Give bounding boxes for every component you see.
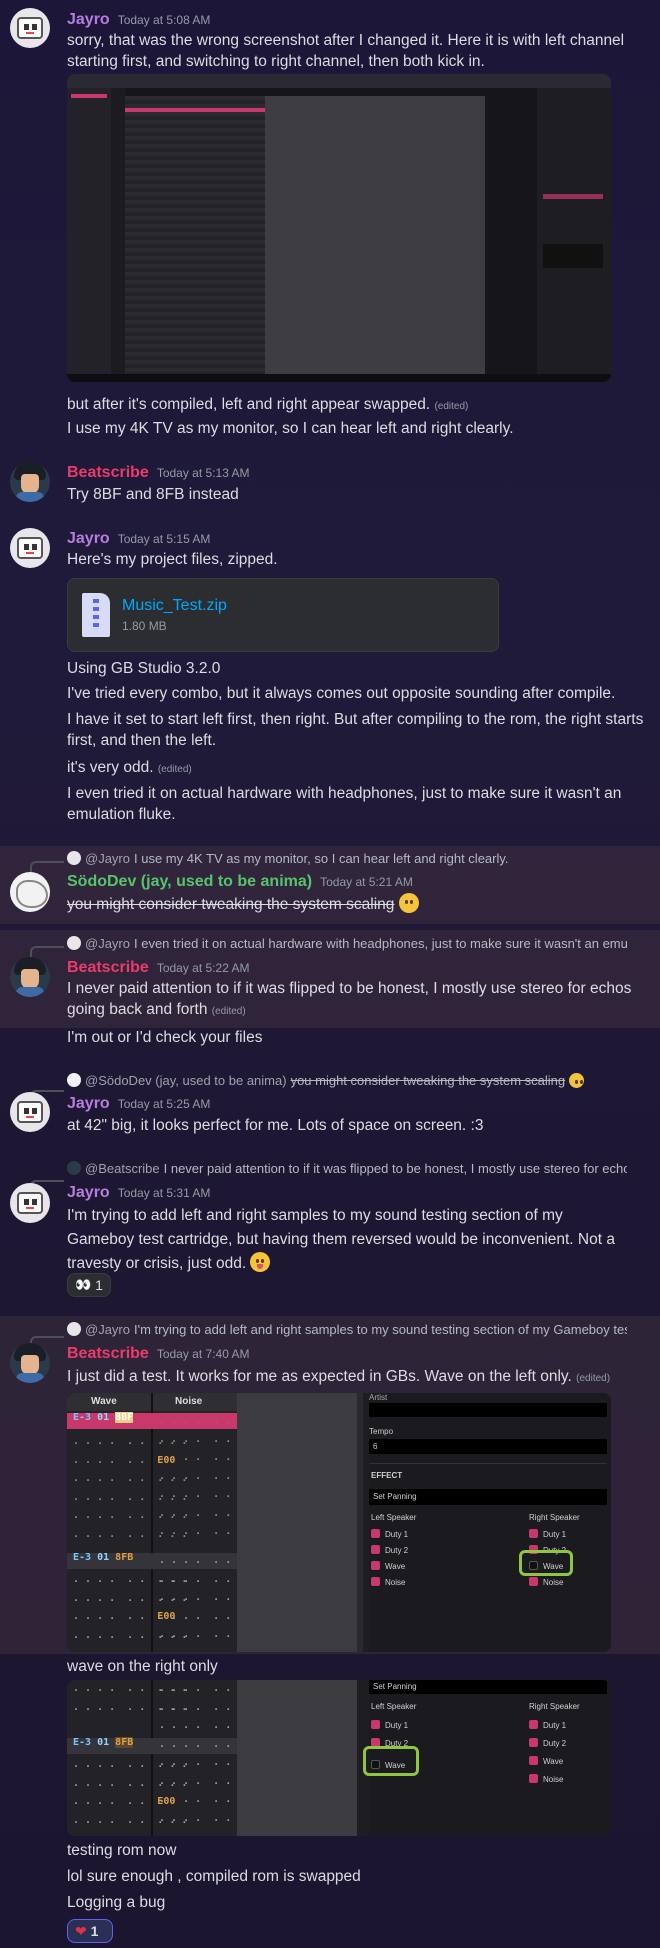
neutral-face-emoji	[568, 1073, 584, 1088]
message-text: you might consider tweaking the system s…	[67, 893, 647, 915]
reaction-eyes[interactable]: 👀 1	[67, 1273, 111, 1297]
username-jayro[interactable]: Jayro	[67, 1095, 110, 1112]
message-text: Here's my project files, zipped.	[67, 551, 278, 568]
message-header: SödoDev (jay, used to be anima) Today at …	[67, 871, 413, 893]
message-text: Using GB Studio 3.2.0	[67, 660, 221, 677]
message-header: Jayro Today at 5:15 AM	[67, 528, 210, 550]
avatar-beatscribe[interactable]	[10, 957, 50, 997]
instrument-panel: Artist Tempo 6 EFFECT Set Panning Left S…	[369, 1393, 611, 1652]
message-text: I never paid attention to if it was flip…	[67, 980, 632, 1018]
message-text: I just did a test. It works for me as ex…	[67, 1368, 611, 1385]
timestamp[interactable]: Today at 7:40 AM	[157, 1347, 250, 1361]
message-text: testing rom now	[67, 1842, 177, 1859]
column-header-wave: Wave	[67, 1393, 151, 1411]
username-jayro[interactable]: Jayro	[67, 11, 110, 28]
heart-emoji: ❤	[75, 1922, 87, 1939]
message-text: I have it set to start left first, then …	[67, 711, 644, 749]
timestamp[interactable]: Today at 5:25 AM	[118, 1097, 211, 1111]
instrument-panel: Set Panning Left Speaker Right Speaker D…	[363, 1680, 611, 1836]
message-header: Beatscribe Today at 5:13 AM	[67, 462, 250, 484]
neutral-face-emoji	[398, 893, 419, 913]
timestamp[interactable]: Today at 5:13 AM	[157, 466, 250, 480]
tracker-screenshot-right[interactable]: . . . . . . . . . . . . . . . . . . E-3 …	[67, 1680, 611, 1836]
message-text: sorry, that was the wrong screenshot aft…	[67, 32, 625, 70]
tongue-face-emoji	[250, 1252, 271, 1272]
message-text: I use my 4K TV as my monitor, so I can h…	[67, 420, 514, 437]
column-header-noise: Noise	[153, 1393, 237, 1411]
message-text: Try 8BF and 8FB instead	[67, 486, 239, 503]
reply-reference[interactable]: @Jayro I'm trying to add left and right s…	[67, 1321, 627, 1339]
avatar-sododev[interactable]	[10, 872, 50, 912]
timestamp[interactable]: Today at 5:31 AM	[118, 1186, 211, 1200]
username-jayro[interactable]: Jayro	[67, 530, 110, 547]
timestamp[interactable]: Today at 5:22 AM	[157, 961, 250, 975]
message-text: I've tried every combo, but it always co…	[67, 685, 616, 702]
message-text: it's very odd. (edited)	[67, 759, 192, 776]
tracker-row-selected[interactable]: E-3 01 8BF	[73, 1412, 134, 1423]
file-attachment[interactable]: Music_Test.zip 1.80 MB	[67, 578, 499, 652]
message-header: Beatscribe Today at 7:40 AM	[67, 1343, 250, 1365]
message-text: lol sure enough , compiled rom is swappe…	[67, 1868, 361, 1885]
username-jayro[interactable]: Jayro	[67, 1184, 110, 1201]
reaction-count: 1	[90, 1923, 99, 1939]
avatar-jayro[interactable]	[10, 1092, 50, 1132]
file-size: 1.80 MB	[122, 619, 167, 633]
tracker-row-8fb[interactable]: E-3 01 8FB	[73, 1552, 133, 1563]
screenshot-attachment[interactable]	[67, 74, 611, 382]
reaction-heart[interactable]: ❤ 1	[67, 1919, 113, 1943]
username-beatscribe[interactable]: Beatscribe	[67, 959, 149, 976]
reply-reference[interactable]: @SödoDev (jay, used to be anima) you migh…	[67, 1072, 627, 1090]
message-text: I'm out or I'd check your files	[67, 1029, 263, 1046]
message-text: but after it's compiled, left and right …	[67, 396, 469, 413]
avatar-jayro[interactable]	[10, 528, 50, 568]
username-sododev[interactable]: SödoDev (jay, used to be anima)	[67, 873, 312, 890]
timestamp[interactable]: Today at 5:08 AM	[118, 13, 211, 27]
reply-reference[interactable]: @Beatscribe I never paid attention to if …	[67, 1160, 627, 1178]
file-name-link[interactable]: Music_Test.zip	[122, 597, 227, 615]
message-header: Beatscribe Today at 5:22 AM	[67, 957, 250, 979]
zip-file-icon	[82, 593, 110, 637]
message-text: I'm trying to add left and right samples…	[67, 1207, 615, 1272]
reply-reference[interactable]: @Jayro I even tried it on actual hardware…	[67, 935, 627, 953]
reaction-count: 1	[95, 1277, 103, 1293]
message-text: I even tried it on actual hardware with …	[67, 785, 622, 823]
message-header: Jayro Today at 5:31 AM	[67, 1182, 210, 1204]
timestamp[interactable]: Today at 5:15 AM	[118, 532, 211, 546]
message-text: Logging a bug	[67, 1894, 166, 1911]
timestamp[interactable]: Today at 5:21 AM	[320, 875, 413, 889]
eyes-emoji: 👀	[75, 1277, 92, 1292]
message-text: at 42" big, it looks perfect for me. Lot…	[67, 1117, 484, 1134]
tracker-screenshot-left[interactable]: Wave Noise E-3 01 8BF . . . . . . . . . …	[67, 1393, 611, 1652]
message-text: wave on the right only	[67, 1658, 218, 1675]
message-header: Jayro Today at 5:08 AM	[67, 9, 210, 31]
username-beatscribe[interactable]: Beatscribe	[67, 464, 149, 481]
avatar-beatscribe[interactable]	[10, 462, 50, 502]
avatar-jayro[interactable]	[10, 1183, 50, 1223]
username-beatscribe[interactable]: Beatscribe	[67, 1345, 149, 1362]
message-header: Jayro Today at 5:25 AM	[67, 1093, 210, 1115]
reply-reference[interactable]: @Jayro I use my 4K TV as my monitor, so I…	[67, 850, 627, 868]
tracker-row-8fb[interactable]: E-3 01 8FB	[73, 1737, 134, 1748]
avatar-jayro[interactable]	[10, 8, 50, 48]
avatar-beatscribe[interactable]	[10, 1343, 50, 1383]
